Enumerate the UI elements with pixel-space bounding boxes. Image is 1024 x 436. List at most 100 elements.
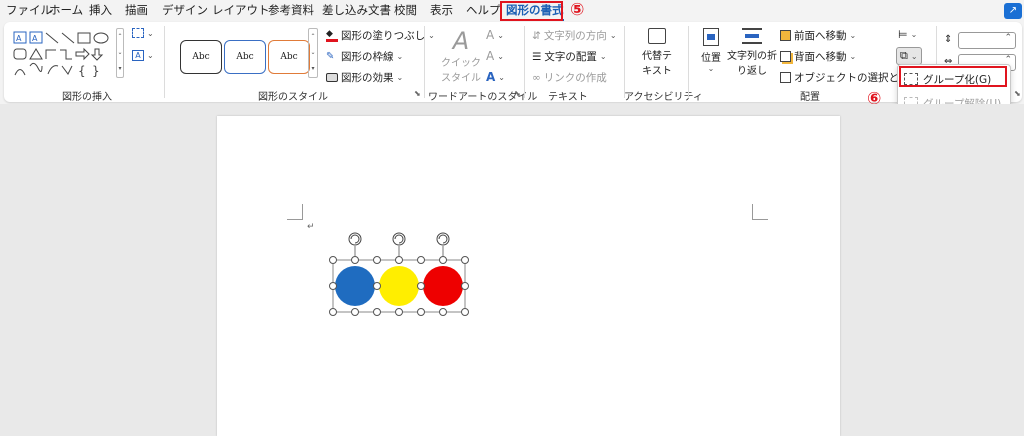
group-label-wordart-styles: ワードアートのスタイル xyxy=(428,92,538,103)
group-separator xyxy=(424,26,425,98)
selection-pane-icon xyxy=(780,72,791,83)
shape-style-preset[interactable]: Abc xyxy=(180,40,222,74)
text-box-icon: A xyxy=(132,50,144,61)
shape-height-input[interactable] xyxy=(958,32,1016,49)
rotate-handle-icon[interactable] xyxy=(436,232,450,246)
share-icon[interactable]: ↗ xyxy=(1004,3,1022,19)
margin-corner-top-left xyxy=(287,204,303,220)
wrap-text-button[interactable]: 文字列の折 り返し xyxy=(726,28,778,84)
group-objects-icon: ⧉ xyxy=(900,49,908,62)
document-page[interactable]: ↵ xyxy=(217,116,840,436)
send-backward-button[interactable]: 背面へ移動 ⌄ xyxy=(780,49,856,64)
tab-draw[interactable]: 描画 xyxy=(125,2,148,18)
link-icon: ∞ xyxy=(532,71,541,84)
alt-text-button[interactable]: 代替テ キスト xyxy=(634,28,680,84)
margin-corner-top-right xyxy=(752,204,768,220)
tab-file[interactable]: ファイル xyxy=(6,2,52,18)
pen-icon: ✎ xyxy=(326,51,335,62)
chevron-down-icon: ⌄ xyxy=(609,31,617,40)
text-direction-button[interactable]: ⇵ 文字列の方向 ⌄ xyxy=(532,28,617,43)
text-fill-icon: A xyxy=(486,28,495,42)
tab-layout[interactable]: レイアウト xyxy=(212,2,270,18)
group-label-insert-shapes: 図形の挿入 xyxy=(62,92,112,103)
svg-text:A: A xyxy=(32,34,38,43)
chevron-down-icon: ⌄ xyxy=(849,31,857,40)
bring-forward-icon xyxy=(780,30,791,41)
paint-bucket-icon: ◆ xyxy=(326,29,338,42)
tab-view[interactable]: 表示 xyxy=(430,2,453,18)
chevron-down-icon: ⌄ xyxy=(498,72,505,82)
text-direction-icon: ⇵ xyxy=(532,29,541,42)
create-link-button[interactable]: ∞ リンクの作成 xyxy=(532,70,607,85)
position-icon xyxy=(703,28,719,46)
chevron-down-icon: ⌄ xyxy=(910,30,918,39)
align-text-button[interactable]: ☰ 文字の配置 ⌄ xyxy=(532,49,607,64)
dialog-launcher-icon[interactable]: ⬊ xyxy=(514,89,521,98)
tab-help[interactable]: ヘルプ xyxy=(466,2,501,18)
tab-home[interactable]: ホーム xyxy=(49,2,83,18)
shape-style-preset[interactable]: Abc xyxy=(268,40,310,74)
tab-insert[interactable]: 挿入 xyxy=(89,2,112,18)
text-box-button[interactable]: A ⌄ xyxy=(132,50,154,61)
shape-effects-icon xyxy=(326,73,338,82)
dialog-launcher-icon[interactable]: ⬊ xyxy=(1014,89,1021,98)
chevron-down-icon: ⌄ xyxy=(147,28,154,38)
shapes-gallery[interactable]: A A { } xyxy=(12,30,116,78)
align-button[interactable]: ⊨ ⌄ xyxy=(898,28,917,41)
text-fill-button[interactable]: A ⌄ xyxy=(486,28,504,42)
bring-forward-button[interactable]: 前面へ移動 ⌄ xyxy=(780,28,856,43)
shapes-gallery-scroll[interactable]: ⌃ ⌄ ▾ xyxy=(116,28,124,78)
tab-references[interactable]: 参考資料 xyxy=(268,2,314,18)
edit-shape-button[interactable]: ⌄ xyxy=(132,28,154,38)
edit-shape-icon xyxy=(132,28,144,38)
group-label-text: テキスト xyxy=(548,92,588,103)
tab-mailings[interactable]: 差し込み文書 xyxy=(322,2,391,18)
alt-text-icon xyxy=(648,28,666,44)
shape-styles-gallery: Abc Abc Abc xyxy=(174,28,314,78)
grouped-shapes[interactable] xyxy=(321,230,477,320)
chevron-down-icon: ⌄ xyxy=(910,51,918,61)
text-outline-button[interactable]: A ⌄ xyxy=(486,49,504,63)
group-separator xyxy=(164,26,165,98)
chevron-down-icon: ⌄ xyxy=(396,52,404,61)
rotate-handle-icon[interactable] xyxy=(392,232,406,246)
group-label-arrange: 配置 xyxy=(800,92,820,103)
group-label-accessibility: アクセシビリティ xyxy=(624,92,703,103)
chevron-down-icon: ⌄ xyxy=(147,51,154,60)
shape-effects-button[interactable]: 図形の効果 ⌄ xyxy=(326,70,403,85)
shape-styles-scroll[interactable]: ⌃ ⌄ ▾ xyxy=(308,28,318,78)
svg-text:}: } xyxy=(92,64,100,78)
tab-design[interactable]: デザイン xyxy=(162,2,208,18)
wrap-text-icon xyxy=(742,28,762,44)
send-backward-icon xyxy=(780,51,791,62)
step-5-marker: ⑤ xyxy=(570,0,585,20)
group-objects-button[interactable]: ⧉ ⌄ xyxy=(896,47,922,65)
group-separator xyxy=(688,26,689,98)
tab-review[interactable]: 校閲 xyxy=(394,2,417,18)
chevron-down-icon: ⌄ xyxy=(497,51,504,61)
align-text-icon: ☰ xyxy=(532,50,542,63)
dialog-launcher-icon[interactable]: ⬊ xyxy=(414,89,421,98)
highlight-box-shape-format xyxy=(500,1,563,21)
shape-style-preset[interactable]: Abc xyxy=(224,40,266,74)
chevron-down-icon: ⌄ xyxy=(497,30,504,40)
position-button[interactable]: 位置 ⌄ xyxy=(694,28,728,84)
highlight-box-group xyxy=(899,66,1007,87)
group-label-shape-styles: 図形のスタイル xyxy=(258,92,328,103)
shape-fill-button[interactable]: ◆ 図形の塗りつぶし ⌄ xyxy=(326,28,435,43)
rotate-handle-icon[interactable] xyxy=(348,232,362,246)
circle-red[interactable] xyxy=(423,266,463,306)
paragraph-mark-icon: ↵ xyxy=(307,222,315,232)
circle-yellow[interactable] xyxy=(379,266,419,306)
chevron-down-icon: ⌄ xyxy=(849,52,857,61)
shape-height-icon: ⇕ xyxy=(944,34,953,45)
svg-text:{: { xyxy=(78,64,86,78)
chevron-down-icon: ⌄ xyxy=(428,31,435,40)
circle-blue[interactable] xyxy=(335,266,375,306)
text-outline-icon: A xyxy=(486,49,495,63)
quick-styles-button[interactable]: A クイック スタイル xyxy=(438,28,484,86)
chevron-down-icon: ⌄ xyxy=(707,64,715,73)
chevron-down-icon: ⌄ xyxy=(396,73,404,82)
shape-outline-button[interactable]: ✎ 図形の枠線 ⌄ xyxy=(326,49,403,64)
text-effects-button[interactable]: A ⌄ xyxy=(486,70,505,84)
